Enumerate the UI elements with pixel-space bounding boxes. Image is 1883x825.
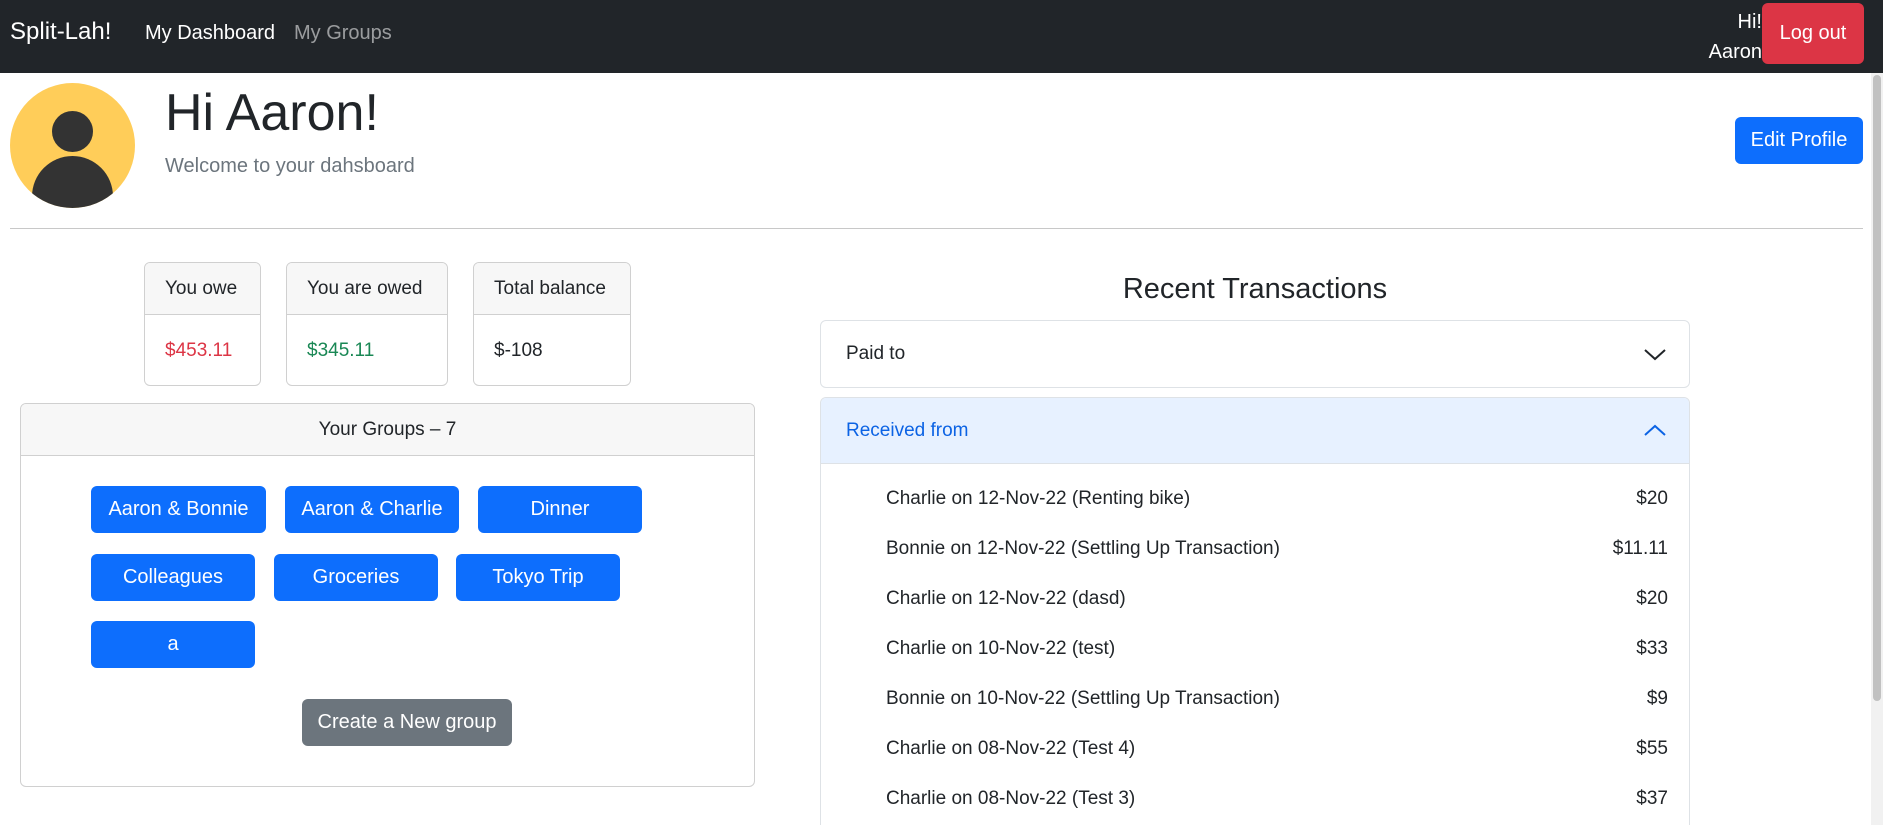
group-button-aaron-charlie[interactable]: Aaron & Charlie xyxy=(285,486,459,533)
avatar-body xyxy=(32,156,113,208)
transaction-amount: $55 xyxy=(1636,738,1668,759)
transaction-row: Charlie on 12-Nov-22 (Renting bike) $20 xyxy=(886,474,1668,524)
user-greeting: Hi! Aaron xyxy=(1700,7,1762,67)
transaction-amount: $9 xyxy=(1646,688,1668,709)
group-button-tokyo-trip[interactable]: Tokyo Trip xyxy=(456,554,620,601)
transaction-description: Charlie on 12-Nov-22 (Renting bike) xyxy=(886,488,1191,509)
accordion-received-from: Received from Charlie on 12-Nov-22 (Rent… xyxy=(820,397,1690,825)
transaction-row: Charlie on 12-Nov-22 (dasd) $20 xyxy=(886,574,1668,624)
group-button-colleagues[interactable]: Colleagues xyxy=(91,554,255,601)
transaction-amount: $20 xyxy=(1636,488,1668,509)
group-button-dinner[interactable]: Dinner xyxy=(478,486,642,533)
transaction-row: Bonnie on 10-Nov-22 (Settling Up Transac… xyxy=(886,674,1668,724)
you-owe-card: You owe $453.11 xyxy=(144,262,261,386)
groups-card: Your Groups – 7 Aaron & Bonnie Aaron & C… xyxy=(20,403,755,787)
groups-header: Your Groups – 7 xyxy=(21,404,754,456)
you-owe-label: You owe xyxy=(145,263,260,315)
navbar: Split-Lah! My Dashboard My Groups Hi! Aa… xyxy=(0,0,1883,73)
group-button-aaron-bonnie[interactable]: Aaron & Bonnie xyxy=(91,486,266,533)
page-scrollbar[interactable] xyxy=(1871,73,1883,825)
transaction-amount: $20 xyxy=(1636,588,1668,609)
transaction-amount: $11.11 xyxy=(1612,538,1668,559)
you-are-owed-label: You are owed xyxy=(287,263,447,315)
greeting-name: Aaron xyxy=(1708,41,1762,63)
recent-transactions-title: Recent Transactions xyxy=(1122,273,1388,305)
group-button-groceries[interactable]: Groceries xyxy=(274,554,438,601)
transaction-description: Charlie on 12-Nov-22 (dasd) xyxy=(886,588,1126,609)
transaction-description: Charlie on 08-Nov-22 (Test 4) xyxy=(886,738,1136,759)
nav-my-groups[interactable]: My Groups xyxy=(294,22,392,45)
create-group-button[interactable]: Create a New group xyxy=(302,699,512,746)
received-from-toggle[interactable]: Received from xyxy=(821,398,1689,464)
transaction-amount: $33 xyxy=(1636,638,1668,659)
transaction-description: Bonnie on 12-Nov-22 (Settling Up Transac… xyxy=(886,538,1280,559)
total-balance-label: Total balance xyxy=(474,263,630,315)
received-from-label: Received from xyxy=(846,420,969,441)
paid-to-label: Paid to xyxy=(846,343,906,364)
transaction-description: Charlie on 08-Nov-22 (Test 3) xyxy=(886,788,1136,809)
transaction-amount: $37 xyxy=(1636,788,1668,809)
transaction-row: Charlie on 08-Nov-22 (Test 3) $37 xyxy=(886,774,1668,824)
greeting-hi: Hi! xyxy=(1737,11,1762,33)
transaction-row: Charlie on 10-Nov-22 (test) $33 xyxy=(886,624,1668,674)
transaction-row: Charlie on 08-Nov-22 (Test 4) $55 xyxy=(886,724,1668,774)
transaction-row: Bonnie on 12-Nov-22 (Settling Up Transac… xyxy=(886,524,1668,574)
edit-profile-button[interactable]: Edit Profile xyxy=(1735,117,1863,164)
header-divider xyxy=(10,228,1863,229)
you-are-owed-value: $345.11 xyxy=(307,340,375,361)
nav-my-dashboard[interactable]: My Dashboard xyxy=(145,22,275,45)
group-button-a[interactable]: a xyxy=(91,621,255,668)
total-balance-value: $-108 xyxy=(494,340,543,361)
you-owe-value: $453.11 xyxy=(165,340,233,361)
total-balance-card: Total balance $-108 xyxy=(473,262,631,386)
you-are-owed-card: You are owed $345.11 xyxy=(286,262,448,386)
brand-link[interactable]: Split-Lah! xyxy=(10,18,111,46)
page-subtitle: Welcome to your dahsboard xyxy=(165,155,415,177)
logout-button[interactable]: Log out xyxy=(1762,3,1864,64)
paid-to-toggle[interactable]: Paid to xyxy=(821,321,1689,387)
accordion-paid-to: Paid to xyxy=(820,320,1690,388)
page-title: Hi Aaron! xyxy=(165,84,379,142)
avatar-head xyxy=(52,111,93,152)
user-avatar-icon xyxy=(10,83,135,208)
transaction-description: Bonnie on 10-Nov-22 (Settling Up Transac… xyxy=(886,688,1280,709)
transaction-description: Charlie on 10-Nov-22 (test) xyxy=(886,638,1116,659)
chevron-down-icon xyxy=(1644,349,1666,361)
scrollbar-thumb[interactable] xyxy=(1873,75,1881,701)
chevron-up-icon xyxy=(1644,424,1666,436)
